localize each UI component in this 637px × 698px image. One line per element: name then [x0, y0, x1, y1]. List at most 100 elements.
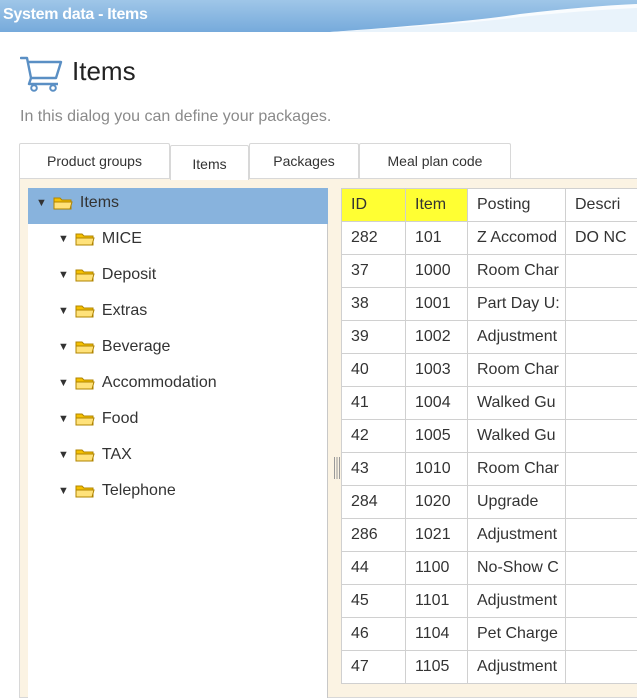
cell-posting[interactable]: No-Show C — [468, 552, 566, 585]
expand-arrow-icon[interactable]: ▼ — [58, 269, 68, 281]
cell-id[interactable]: 286 — [342, 519, 406, 552]
cell-description[interactable] — [566, 651, 637, 684]
cell-id[interactable]: 40 — [342, 354, 406, 387]
expand-arrow-icon[interactable]: ▼ — [58, 377, 68, 389]
cell-id[interactable]: 37 — [342, 255, 406, 288]
tree-item-beverage[interactable]: ▼ Beverage — [58, 338, 170, 362]
cell-item[interactable]: 1005 — [406, 420, 468, 453]
cell-posting[interactable]: Room Char — [468, 354, 566, 387]
cell-id[interactable]: 47 — [342, 651, 406, 684]
cell-posting[interactable]: Z Accomod — [468, 222, 566, 255]
cell-item[interactable]: 1104 — [406, 618, 468, 651]
tree-item-food[interactable]: ▼ Food — [58, 410, 138, 434]
cell-posting[interactable]: Adjustment — [468, 519, 566, 552]
cell-description[interactable] — [566, 618, 637, 651]
cell-id[interactable]: 46 — [342, 618, 406, 651]
folder-icon — [75, 448, 95, 462]
tab-packages[interactable]: Packages — [249, 143, 359, 179]
column-header-description[interactable]: Descri — [566, 189, 637, 222]
column-header-posting[interactable]: Posting — [468, 189, 566, 222]
cell-description[interactable] — [566, 255, 637, 288]
cell-description[interactable] — [566, 519, 637, 552]
tree-item-deposit[interactable]: ▼ Deposit — [58, 266, 156, 290]
cell-posting[interactable]: Part Day U: — [468, 288, 566, 321]
cell-id[interactable]: 45 — [342, 585, 406, 618]
splitter-grip-icon[interactable] — [333, 455, 341, 481]
cell-id[interactable]: 41 — [342, 387, 406, 420]
cell-item[interactable]: 1021 — [406, 519, 468, 552]
cell-item[interactable]: 1010 — [406, 453, 468, 486]
cell-item[interactable]: 1020 — [406, 486, 468, 519]
cell-item[interactable]: 1105 — [406, 651, 468, 684]
table-row[interactable]: 471105Adjustment — [342, 651, 637, 684]
column-header-id[interactable]: ID — [342, 189, 406, 222]
cell-posting[interactable]: Walked Gu — [468, 420, 566, 453]
cell-description[interactable] — [566, 354, 637, 387]
table-row[interactable]: 451101Adjustment — [342, 585, 637, 618]
table-row[interactable]: 2861021Adjustment — [342, 519, 637, 552]
expand-arrow-icon[interactable]: ▼ — [58, 341, 68, 353]
cell-item[interactable]: 1100 — [406, 552, 468, 585]
cell-id[interactable]: 39 — [342, 321, 406, 354]
table-row[interactable]: 421005Walked Gu — [342, 420, 637, 453]
expand-arrow-icon[interactable]: ▼ — [58, 449, 68, 461]
cell-id[interactable]: 44 — [342, 552, 406, 585]
cell-item[interactable]: 1002 — [406, 321, 468, 354]
tree-item-extras[interactable]: ▼ Extras — [58, 302, 147, 326]
cell-id[interactable]: 38 — [342, 288, 406, 321]
folder-icon — [75, 484, 95, 498]
cell-posting[interactable]: Adjustment — [468, 321, 566, 354]
expand-arrow-icon[interactable]: ▼ — [58, 305, 68, 317]
cell-description[interactable] — [566, 288, 637, 321]
cell-description[interactable] — [566, 420, 637, 453]
tab-product-groups[interactable]: Product groups — [19, 143, 170, 179]
cell-description[interactable] — [566, 453, 637, 486]
cell-description[interactable] — [566, 552, 637, 585]
tree-item-telephone[interactable]: ▼ Telephone — [58, 482, 176, 506]
tree-root-row[interactable]: ▼ Items — [28, 188, 328, 224]
cell-posting[interactable]: Room Char — [468, 453, 566, 486]
tree-item-accommodation[interactable]: ▼ Accommodation — [58, 374, 217, 398]
cell-id[interactable]: 43 — [342, 453, 406, 486]
cell-item[interactable]: 101 — [406, 222, 468, 255]
cell-posting[interactable]: Adjustment — [468, 651, 566, 684]
table-row[interactable]: 441100No-Show C — [342, 552, 637, 585]
tree-item-mice[interactable]: ▼ MICE — [58, 230, 142, 254]
tab-items[interactable]: Items — [170, 145, 249, 180]
expand-arrow-icon[interactable]: ▼ — [36, 197, 46, 209]
cell-item[interactable]: 1004 — [406, 387, 468, 420]
cell-description[interactable]: DO NC — [566, 222, 637, 255]
table-row[interactable]: 401003Room Char — [342, 354, 637, 387]
table-row[interactable]: 282101Z AccomodDO NC — [342, 222, 637, 255]
cell-posting[interactable]: Adjustment — [468, 585, 566, 618]
cell-posting[interactable]: Pet Charge — [468, 618, 566, 651]
expand-arrow-icon[interactable]: ▼ — [58, 485, 68, 497]
cell-item[interactable]: 1000 — [406, 255, 468, 288]
table-row[interactable]: 431010Room Char — [342, 453, 637, 486]
table-row[interactable]: 461104Pet Charge — [342, 618, 637, 651]
cell-description[interactable] — [566, 585, 637, 618]
cell-description[interactable] — [566, 486, 637, 519]
cell-description[interactable] — [566, 387, 637, 420]
cell-description[interactable] — [566, 321, 637, 354]
cell-posting[interactable]: Upgrade — [468, 486, 566, 519]
cell-id[interactable]: 42 — [342, 420, 406, 453]
cell-id[interactable]: 284 — [342, 486, 406, 519]
cell-id[interactable]: 282 — [342, 222, 406, 255]
cell-posting[interactable]: Room Char — [468, 255, 566, 288]
tree-item-tax[interactable]: ▼ TAX — [58, 446, 132, 470]
table-row[interactable]: 371000Room Char — [342, 255, 637, 288]
cell-posting[interactable]: Walked Gu — [468, 387, 566, 420]
table-row[interactable]: 381001Part Day U: — [342, 288, 637, 321]
expand-arrow-icon[interactable]: ▼ — [58, 413, 68, 425]
table-row[interactable]: 2841020Upgrade — [342, 486, 637, 519]
expand-arrow-icon[interactable]: ▼ — [58, 233, 68, 245]
table-row[interactable]: 391002Adjustment — [342, 321, 637, 354]
item-group-tree[interactable]: ▼ Items ▼ MICE ▼ Deposit ▼ Extras — [28, 188, 328, 698]
cell-item[interactable]: 1001 — [406, 288, 468, 321]
tab-meal-plan-code[interactable]: Meal plan code — [359, 143, 511, 179]
cell-item[interactable]: 1003 — [406, 354, 468, 387]
column-header-item[interactable]: Item — [406, 189, 468, 222]
table-row[interactable]: 411004Walked Gu — [342, 387, 637, 420]
cell-item[interactable]: 1101 — [406, 585, 468, 618]
